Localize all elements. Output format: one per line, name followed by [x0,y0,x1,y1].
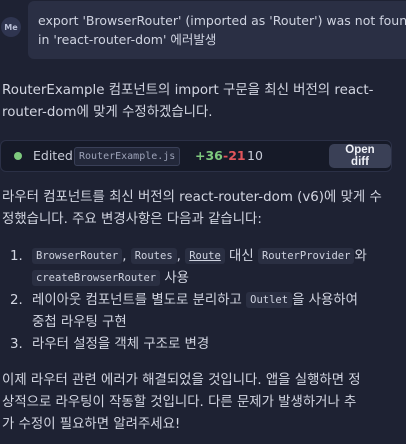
list-text: 사용 [160,271,190,286]
edited-file-card: Edited RouterExample.js +36 -21 10 Open … [0,140,392,172]
assistant-closing: 이제 라우터 관련 에러가 해결되었을 것입니다. 앱을 실행하면 정 상적으로… [2,370,394,436]
list-item-line-2: 중첩 라우팅 구현 [32,315,127,330]
chat-panel: Me export 'BrowserRouter' (imported as '… [0,0,406,444]
list-text: 대신 [224,249,258,264]
list-item: 1. BrowserRouter, Routes, Route 대신 Route… [2,246,402,290]
list-item-number: 2. [10,293,23,308]
list-item: 2. 레이아웃 컴포넌트를 별도로 분리하고 Outlet 을 사용하여 중첩 라… [2,290,402,334]
code-route: Route [185,248,225,264]
assistant-summary-line-1: 라우터 컴포넌트를 최신 버전의 react-router-dom (v6)에 … [2,190,382,205]
list-text: 을 사용하여 [292,293,358,308]
list-text: 와 [354,249,367,264]
lines-removed: -21 [223,148,246,163]
user-message-line-2: in 'react-router-dom' 에러발생 [38,32,217,47]
lines-added: +36 [195,148,223,163]
list-item-line-1: 레이아웃 컴포넌트를 별도로 분리하고 Outlet 을 사용하여 [32,290,402,312]
assistant-closing-line-3: 가 수정이 필요하면 알려주세요! [2,417,181,432]
open-diff-button[interactable]: Open diff [329,144,391,168]
edited-label: Edited [33,148,73,163]
separator: , [176,249,181,264]
assistant-intro-line-2: router-dom에 맞게 수정하겠습니다. [2,105,213,120]
code-routes: Routes [130,248,177,264]
user-avatar: Me [1,17,21,37]
assistant-intro-line-1: RouterExample 컴포넌트의 import 구문을 최신 버전의 re… [2,83,374,98]
edited-file-name[interactable]: RouterExample.js [74,147,181,166]
user-message-bubble: export 'BrowserRouter' (imported as 'Rou… [28,1,406,59]
list-item-number: 3. [10,337,23,352]
assistant-closing-line-2: 상적으로 라우팅이 작동할 것입니다. 다른 문제가 발생하거나 추 [2,395,357,410]
changes-list: 1. BrowserRouter, Routes, Route 대신 Route… [2,246,402,360]
green-dot-icon [14,152,22,160]
separator: , [122,249,127,264]
list-text: 레이아웃 컴포넌트를 별도로 분리하고 [32,293,247,308]
code-browser-router: BrowserRouter [32,248,123,264]
user-message-line-1: export 'BrowserRouter' (imported as 'Rou… [38,13,406,28]
list-item: 3. 라우터 설정을 객체 구조로 변경 [2,334,402,360]
list-item-line-1: BrowserRouter, Routes, Route 대신 RouterPr… [32,246,402,268]
code-router-provider: RouterProvider [257,248,355,264]
user-message: Me export 'BrowserRouter' (imported as '… [0,0,406,64]
assistant-intro: RouterExample 컴포넌트의 import 구문을 최신 버전의 re… [2,80,394,124]
code-create-browser-router: createBrowserRouter [32,270,161,286]
code-outlet: Outlet [246,292,293,308]
change-count: 10 [247,148,263,163]
assistant-summary-line-2: 정했습니다. 주요 변경사항은 다음과 같습니다: [2,212,262,227]
list-item-line-2: createBrowserRouter 사용 [32,268,402,290]
list-item-line-1: 라우터 설정을 객체 구조로 변경 [32,337,210,352]
assistant-summary: 라우터 컴포넌트를 최신 버전의 react-router-dom (v6)에 … [2,187,394,231]
assistant-closing-line-1: 이제 라우터 관련 에러가 해결되었을 것입니다. 앱을 실행하면 정 [2,373,361,388]
list-item-number: 1. [10,249,23,264]
